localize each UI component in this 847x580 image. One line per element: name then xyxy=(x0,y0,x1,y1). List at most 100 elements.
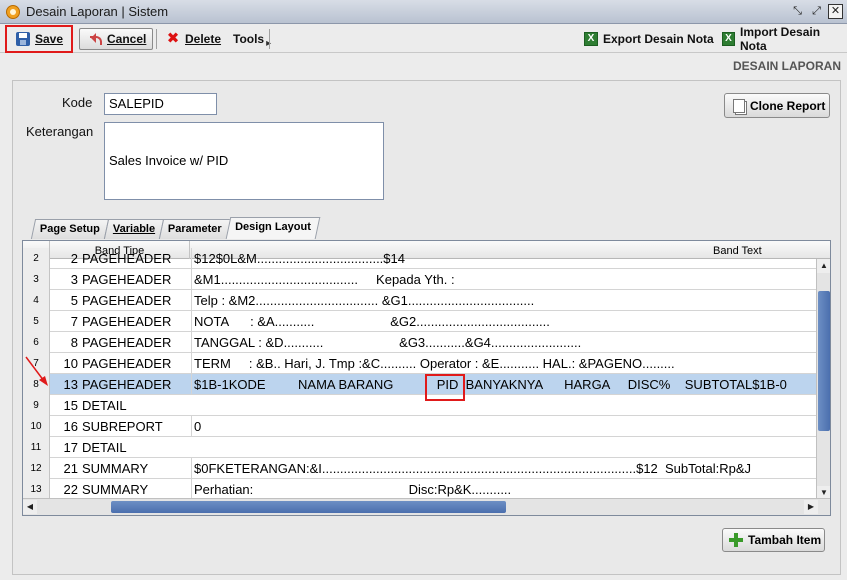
toolbar: Save Cancel ✖ Delete Tools ▸ X Export De… xyxy=(0,25,847,53)
band-type-cell[interactable]: PAGEHEADER xyxy=(82,269,188,290)
undo-icon xyxy=(86,33,102,45)
table-row[interactable]: 3 3 PAGEHEADER &M1.........................… xyxy=(23,269,818,290)
band-text-cell[interactable]: $12$0L&M................................… xyxy=(191,248,818,269)
tab-page-setup[interactable]: Page Setup xyxy=(30,219,110,239)
restore-icon[interactable]: ⤡ xyxy=(790,4,805,19)
band-text-cell[interactable]: NOTA : &A........... &G2................… xyxy=(191,311,818,332)
table-row[interactable]: 6 8 PAGEHEADER TANGGAL : &D........... &G3.… xyxy=(23,332,818,353)
row-number-cell[interactable]: 13 xyxy=(23,479,50,500)
band-text-cell[interactable]: TANGGAL : &D........... &G3...........&G… xyxy=(191,332,818,353)
band-type-cell[interactable]: PAGEHEADER xyxy=(82,374,188,395)
band-type-cell[interactable]: DETAIL xyxy=(82,437,188,458)
toolbar-separator xyxy=(269,29,270,49)
copy-icon xyxy=(733,98,745,113)
table-row[interactable]: 4 5 PAGEHEADER Telp : &M2..................… xyxy=(23,290,818,311)
section-label: DESAIN LAPORAN xyxy=(732,59,841,73)
add-item-button[interactable]: Tambah Item xyxy=(722,528,825,552)
band-type-cell[interactable]: DETAIL xyxy=(82,395,188,416)
delete-button[interactable]: ✖ Delete xyxy=(160,28,227,50)
band-type-cell[interactable]: PAGEHEADER xyxy=(82,353,188,374)
row-number-cell[interactable]: 12 xyxy=(23,458,50,479)
maximize-icon[interactable]: ⤢ xyxy=(809,4,824,19)
row-number-cell[interactable]: 5 xyxy=(23,311,50,332)
floppy-disk-icon xyxy=(16,32,30,46)
tab-design-layout[interactable]: Design Layout xyxy=(225,217,321,239)
row-number-cell[interactable]: 11 xyxy=(23,437,50,458)
scroll-up-icon[interactable]: ▲ xyxy=(817,259,830,273)
scroll-left-icon[interactable]: ◀ xyxy=(23,500,37,514)
band-text-cell[interactable]: Telp : &M2..............................… xyxy=(191,290,818,311)
band-text-cell[interactable]: TERM : &B.. Hari, J. Tmp :&C.......... O… xyxy=(191,353,818,374)
table-row[interactable]: 2 2 PAGEHEADER $12$0L&M....................… xyxy=(23,248,818,269)
table-row[interactable]: 11 17 DETAIL xyxy=(23,437,818,458)
main-panel: Kode SALEPID Keterangan Sales Invoice w/… xyxy=(12,80,841,575)
vertical-scroll-thumb[interactable] xyxy=(818,291,830,431)
clone-report-button[interactable]: Clone Report xyxy=(724,93,830,118)
band-index-cell[interactable]: 21 xyxy=(50,458,78,479)
row-number-cell[interactable]: 4 xyxy=(23,290,50,311)
row-number-cell[interactable]: 2 xyxy=(23,248,50,269)
band-index-cell[interactable]: 8 xyxy=(50,332,78,353)
row-number-cell[interactable]: 6 xyxy=(23,332,50,353)
keterangan-label: Keterangan xyxy=(26,124,94,139)
save-button[interactable]: Save xyxy=(10,28,69,50)
band-index-cell[interactable]: 5 xyxy=(50,290,78,311)
band-index-cell[interactable]: 15 xyxy=(50,395,78,416)
close-icon[interactable]: ✕ xyxy=(828,4,843,19)
band-index-cell[interactable]: 2 xyxy=(50,248,78,269)
band-type-cell[interactable]: SUMMARY xyxy=(82,458,188,479)
title-bar: Desain Laporan | Sistem ⤡ ⤢ ✕ xyxy=(0,0,847,24)
band-grid[interactable]: Band Tipe Band Text 2 2 PAGEHEADER $12$0L&M… xyxy=(22,240,831,516)
row-number-cell[interactable]: 8 xyxy=(23,374,50,395)
band-type-cell[interactable]: PAGEHEADER xyxy=(82,311,188,332)
table-row[interactable]: 13 22 SUMMARY Perhatian: Disc:Rp&K.........… xyxy=(23,479,818,500)
toolbar-separator xyxy=(156,29,157,49)
import-design-button[interactable]: X Import Desain Nota xyxy=(716,25,847,53)
app-icon xyxy=(6,4,20,19)
band-index-cell[interactable]: 7 xyxy=(50,311,78,332)
cancel-button[interactable]: Cancel xyxy=(79,28,154,50)
scroll-right-icon[interactable]: ▶ xyxy=(804,500,818,514)
export-design-button[interactable]: X Export Desain Nota xyxy=(578,28,720,50)
tab-variable[interactable]: Variable xyxy=(103,219,165,239)
horizontal-scrollbar[interactable]: ◀ ▶ xyxy=(23,498,830,515)
plus-icon xyxy=(729,533,743,547)
band-text-cell[interactable]: $0FKETERANGAN:&I........................… xyxy=(191,458,818,479)
band-index-cell[interactable]: 16 xyxy=(50,416,78,437)
tab-bar: Page Setup Variable Parameter Design Lay… xyxy=(30,217,321,239)
table-row[interactable]: 5 7 PAGEHEADER NOTA : &A........... &G2....… xyxy=(23,311,818,332)
band-index-cell[interactable]: 3 xyxy=(50,269,78,290)
band-type-cell[interactable]: PAGEHEADER xyxy=(82,332,188,353)
band-type-cell[interactable]: SUBREPORT xyxy=(82,416,188,437)
excel-icon: X xyxy=(722,32,736,46)
band-type-cell[interactable]: PAGEHEADER xyxy=(82,248,188,269)
band-text-cell[interactable]: 0 xyxy=(191,416,818,437)
row-number-cell[interactable]: 7 xyxy=(23,353,50,374)
band-type-cell[interactable]: PAGEHEADER xyxy=(82,290,188,311)
row-number-cell[interactable]: 10 xyxy=(23,416,50,437)
band-text-cell[interactable]: Perhatian: Disc:Rp&K........... xyxy=(191,479,818,500)
keterangan-textarea[interactable]: Sales Invoice w/ PID xyxy=(104,122,384,200)
window-controls: ⤡ ⤢ ✕ xyxy=(790,4,843,19)
band-type-cell[interactable]: SUMMARY xyxy=(82,479,188,500)
table-row[interactable]: 10 16 SUBREPORT 0 xyxy=(23,416,818,437)
band-index-cell[interactable]: 22 xyxy=(50,479,78,500)
delete-x-icon: ✖ xyxy=(166,30,180,47)
table-row[interactable]: 7 10 PAGEHEADER TERM : &B.. Hari, J. Tmp :&… xyxy=(23,353,818,374)
horizontal-scroll-thumb[interactable] xyxy=(111,501,506,513)
band-index-cell[interactable]: 17 xyxy=(50,437,78,458)
kode-input[interactable]: SALEPID xyxy=(104,93,217,115)
row-number-cell[interactable]: 9 xyxy=(23,395,50,416)
band-text-cell[interactable]: &M1.....................................… xyxy=(191,269,818,290)
band-text-cell[interactable]: $1B-1KODE NAMA BARANG PID BANYAKNYA HARG… xyxy=(191,374,818,395)
table-row[interactable]: 8 13 PAGEHEADER $1B-1KODE NAMA BARANG PID B… xyxy=(23,374,818,395)
window-title: Desain Laporan | Sistem xyxy=(26,4,169,19)
table-row[interactable]: 9 15 DETAIL xyxy=(23,395,818,416)
band-index-cell[interactable]: 10 xyxy=(50,353,78,374)
table-row[interactable]: 12 21 SUMMARY $0FKETERANGAN:&I.............… xyxy=(23,458,818,479)
excel-icon: X xyxy=(584,32,598,46)
row-number-cell[interactable]: 3 xyxy=(23,269,50,290)
tab-parameter[interactable]: Parameter xyxy=(158,219,232,239)
band-index-cell[interactable]: 13 xyxy=(50,374,78,395)
vertical-scrollbar[interactable]: ▲ ▼ xyxy=(816,259,830,500)
